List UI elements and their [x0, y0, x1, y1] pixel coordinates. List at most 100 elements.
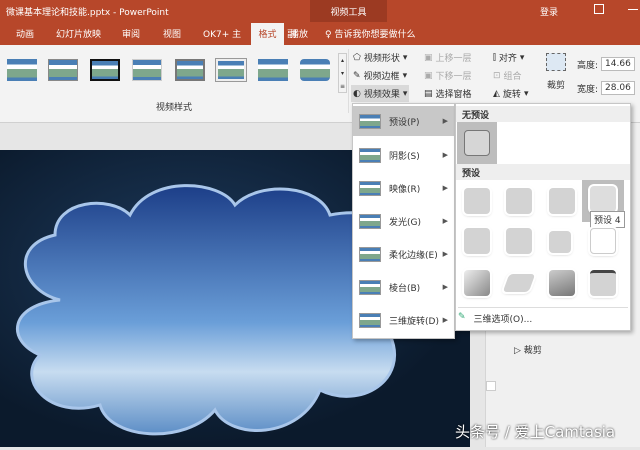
align-icon: ⫿	[493, 52, 496, 63]
scroll-handle[interactable]	[486, 381, 496, 391]
menu-item-bevel[interactable]: 棱台(B) ▶	[353, 272, 454, 302]
video-effects-button[interactable]: ◐ 视频效果 ▾	[351, 85, 410, 102]
menu-item-label: 发光(G)	[389, 217, 421, 228]
video-shape-button[interactable]: ⬠ 视频形状 ▾	[353, 51, 407, 65]
menu-item-label: 三维旋转(D)	[389, 316, 439, 327]
menu-item-soft-edges[interactable]: 柔化边缘(E) ▶	[353, 239, 454, 269]
video-shape-label: 视频形状	[363, 54, 400, 64]
tab-review[interactable]: 审阅	[122, 27, 140, 40]
no-preset-swatch	[464, 130, 490, 156]
menu-item-label: 柔化边缘(E)	[389, 250, 438, 261]
presets-heading: 预设	[456, 164, 630, 180]
ribbon-tabs: 动画 幻灯片放映 审阅 视图 OK7+ 主 OK7+ 副 格式 播放 ♀ 告诉我…	[0, 22, 640, 45]
submenu-arrow-icon: ▶	[442, 184, 448, 192]
preset-10[interactable]	[502, 274, 536, 292]
no-preset-option[interactable]	[457, 122, 497, 164]
height-label: 高度:	[577, 60, 599, 71]
tab-ok7-main[interactable]: OK7+ 主	[203, 27, 241, 40]
submenu-arrow-icon: ▶	[442, 316, 448, 324]
preset-6[interactable]	[506, 228, 532, 254]
bring-forward-button[interactable]: ▣ 上移一层	[424, 51, 472, 65]
tell-me-search[interactable]: ♀ 告诉我你想要做什么	[325, 27, 415, 40]
selection-pane-icon: ▤	[424, 88, 433, 99]
crop-button[interactable]: 裁剪	[541, 53, 571, 91]
video-style-3[interactable]	[90, 59, 120, 81]
menu-item-reflection[interactable]: 映像(R) ▶	[353, 173, 454, 203]
video-effects-menu: 预设(P) ▶ 阴影(S) ▶ 映像(R) ▶ 发光(G) ▶ 柔化边缘(E) ▶ 棱台(…	[352, 103, 455, 339]
rotate-icon: ◭	[493, 88, 500, 99]
3d-options-button[interactable]: ✎ 三维选项(O)...	[458, 307, 628, 325]
video-style-1[interactable]	[7, 59, 37, 81]
preset-4[interactable]	[590, 186, 616, 212]
send-backward-button[interactable]: ▣ 下移一层	[424, 69, 472, 83]
width-label: 宽度:	[577, 84, 599, 95]
menu-item-glow[interactable]: 发光(G) ▶	[353, 206, 454, 236]
height-input[interactable]: 14.66	[601, 57, 635, 71]
ribbon-display-icon[interactable]	[594, 4, 604, 14]
preset-7[interactable]	[549, 231, 571, 253]
crop-section-label: 裁剪	[523, 346, 542, 356]
preset-9[interactable]	[464, 270, 490, 296]
preset-5[interactable]	[464, 228, 490, 254]
minimize-icon[interactable]	[628, 9, 638, 10]
crop-section-toggle[interactable]: ▷ 裁剪	[514, 343, 542, 356]
tab-animations[interactable]: 动画	[16, 27, 34, 40]
preset-2[interactable]	[506, 188, 532, 214]
preset-8[interactable]	[590, 228, 616, 254]
submenu-arrow-icon: ▶	[442, 151, 448, 159]
tab-slideshow[interactable]: 幻灯片放映	[56, 27, 101, 40]
group-icon: ⊡	[493, 70, 501, 81]
menu-item-label: 棱台(B)	[389, 283, 421, 294]
preset-3[interactable]	[549, 188, 575, 214]
menu-item-label: 映像(R)	[389, 184, 421, 195]
preset-11[interactable]	[549, 270, 575, 296]
preset-gallery: 无预设 预设 预设 4 ✎ 三维选项(O)...	[455, 103, 631, 331]
width-input[interactable]: 28.06	[601, 81, 635, 95]
3d-options-label: 三维选项(O)...	[473, 315, 533, 325]
lightbulb-icon: ♀	[325, 30, 332, 40]
preset-1[interactable]	[464, 188, 490, 214]
selection-pane-label: 选择窗格	[435, 90, 472, 100]
submenu-arrow-icon: ▶	[442, 217, 448, 225]
gallery-scroll[interactable]: ▴ ▾ ≡	[338, 53, 347, 93]
send-backward-label: 下移一层	[435, 72, 472, 82]
video-style-5[interactable]	[175, 59, 205, 81]
video-style-2[interactable]	[48, 59, 78, 81]
bring-forward-icon: ▣	[424, 52, 433, 63]
video-style-7[interactable]	[258, 59, 288, 81]
video-style-4[interactable]	[132, 59, 162, 81]
video-border-label: 视频边框	[363, 72, 400, 82]
video-styles-group-label: 视频样式	[155, 103, 192, 113]
tab-view[interactable]: 视图	[163, 27, 181, 40]
menu-item-label: 预设(P)	[389, 117, 420, 128]
3d-rotation-icon	[359, 312, 381, 328]
video-tools-context: 视频工具	[310, 0, 387, 22]
rotate-button[interactable]: ◭ 旋转 ▾	[493, 87, 528, 101]
tab-playback[interactable]: 播放	[290, 27, 308, 40]
preset-12[interactable]	[590, 270, 616, 296]
height-field: 高度: 14.66	[577, 57, 635, 71]
menu-item-3d-rotation[interactable]: 三维旋转(D) ▶	[353, 305, 454, 335]
rotate-label: 旋转	[502, 90, 521, 100]
tab-format[interactable]: 格式	[251, 23, 284, 45]
menu-item-shadow[interactable]: 阴影(S) ▶	[353, 140, 454, 170]
menu-item-label: 阴影(S)	[389, 151, 420, 162]
tell-me-label: 告诉我你想要做什么	[334, 30, 416, 40]
group-button[interactable]: ⊡ 组合	[493, 69, 522, 83]
crop-label: 裁剪	[546, 81, 565, 91]
bevel-icon	[359, 279, 381, 295]
send-backward-icon: ▣	[424, 70, 433, 81]
login-button[interactable]: 登录	[540, 5, 558, 18]
video-border-button[interactable]: ✎ 视频边框 ▾	[353, 69, 407, 83]
submenu-arrow-icon: ▶	[442, 283, 448, 291]
video-style-6[interactable]	[215, 58, 247, 82]
menu-item-preset[interactable]: 预设(P) ▶	[353, 106, 454, 136]
width-field: 宽度: 28.06	[577, 81, 635, 95]
group-label: 组合	[503, 72, 522, 82]
video-style-8[interactable]	[300, 59, 330, 81]
align-button[interactable]: ⫿ 对齐 ▾	[493, 51, 524, 65]
pen-icon: ✎	[353, 70, 361, 81]
effects-icon: ◐	[353, 88, 361, 99]
divider	[348, 49, 349, 113]
selection-pane-button[interactable]: ▤ 选择窗格	[424, 87, 472, 101]
